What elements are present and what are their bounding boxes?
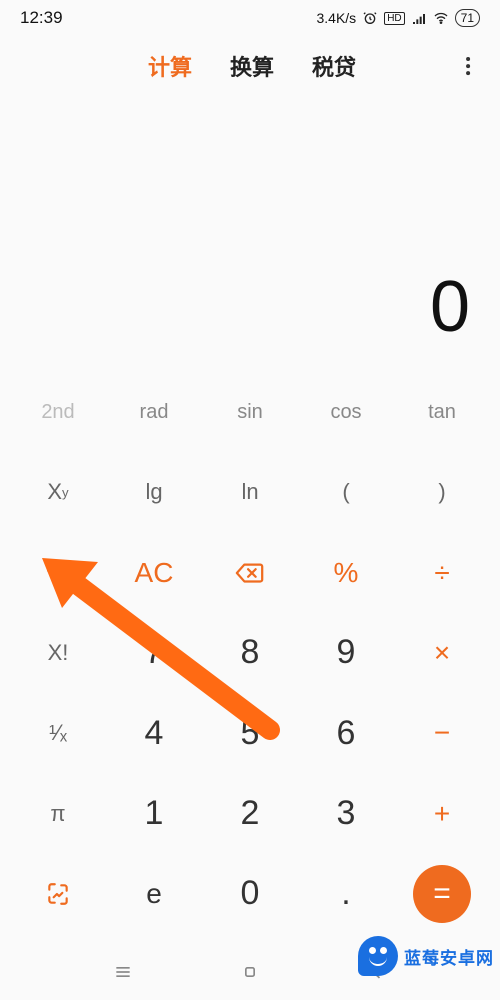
key-9[interactable]: 9 (298, 613, 394, 693)
key-percent[interactable]: % (298, 533, 394, 613)
key-5[interactable]: 5 (202, 693, 298, 773)
status-bar: 12:39 3.4K/s HD 71 (0, 0, 500, 36)
key-2nd[interactable]: 2nd (10, 372, 106, 452)
key-pi[interactable]: π (10, 773, 106, 853)
status-time: 12:39 (20, 8, 63, 28)
key-plus[interactable]: + (394, 773, 490, 853)
key-power-exp: y (62, 485, 69, 500)
battery-indicator: 71 (455, 9, 480, 27)
key-lg[interactable]: lg (106, 452, 202, 532)
key-power[interactable]: Xy (10, 452, 106, 532)
wifi-icon (433, 10, 449, 26)
key-cos[interactable]: cos (298, 372, 394, 452)
key-7[interactable]: 7 (106, 613, 202, 693)
nav-recent-icon[interactable] (113, 962, 133, 987)
watermark-text: 蓝莓安卓网 (404, 944, 494, 969)
key-sqrt[interactable]: √x (10, 533, 106, 613)
key-8[interactable]: 8 (202, 613, 298, 693)
key-6[interactable]: 6 (298, 693, 394, 773)
key-ac[interactable]: AC (106, 533, 202, 613)
key-brackets[interactable] (10, 854, 106, 934)
watermark-icon (358, 936, 398, 976)
key-reciprocal[interactable]: ¹⁄ₓ (10, 693, 106, 773)
key-rparen[interactable]: ) (394, 452, 490, 532)
key-backspace[interactable] (202, 533, 298, 613)
key-ln[interactable]: ln (202, 452, 298, 532)
equals-icon: = (413, 865, 471, 923)
brackets-icon (45, 881, 71, 907)
key-equals[interactable]: = (394, 854, 490, 934)
watermark: 蓝莓安卓网 (358, 936, 494, 976)
key-1[interactable]: 1 (106, 773, 202, 853)
key-dot[interactable]: . (298, 854, 394, 934)
tab-calc[interactable]: 计算 (148, 50, 192, 82)
alarm-icon (362, 10, 378, 26)
key-tan[interactable]: tan (394, 372, 490, 452)
keypad: 2nd rad sin cos tan Xy lg ln ( ) √x AC %… (0, 366, 500, 948)
key-sin[interactable]: sin (202, 372, 298, 452)
key-rad[interactable]: rad (106, 372, 202, 452)
overflow-menu-icon[interactable] (456, 54, 480, 78)
key-divide[interactable]: ÷ (394, 533, 490, 613)
status-right: 3.4K/s HD 71 (316, 9, 480, 27)
key-2[interactable]: 2 (202, 773, 298, 853)
signal-icon (411, 10, 427, 26)
status-netspeed: 3.4K/s (316, 10, 356, 26)
key-e[interactable]: e (106, 854, 202, 934)
result-display: 0 (0, 96, 500, 366)
tab-convert[interactable]: 换算 (230, 50, 274, 82)
hd-icon: HD (384, 12, 404, 25)
key-3[interactable]: 3 (298, 773, 394, 853)
mode-tabs: 计算 换算 税贷 (0, 36, 500, 96)
key-power-base: X (47, 479, 62, 505)
nav-home-icon[interactable] (240, 962, 260, 987)
key-0[interactable]: 0 (202, 854, 298, 934)
key-lparen[interactable]: ( (298, 452, 394, 532)
key-multiply[interactable]: × (394, 613, 490, 693)
key-4[interactable]: 4 (106, 693, 202, 773)
calculator-screen: 12:39 3.4K/s HD 71 计算 换算 税贷 0 2nd (0, 0, 500, 1000)
key-minus[interactable]: − (394, 693, 490, 773)
backspace-icon (235, 558, 265, 588)
key-factorial[interactable]: X! (10, 613, 106, 693)
tab-tax[interactable]: 税贷 (312, 50, 356, 82)
